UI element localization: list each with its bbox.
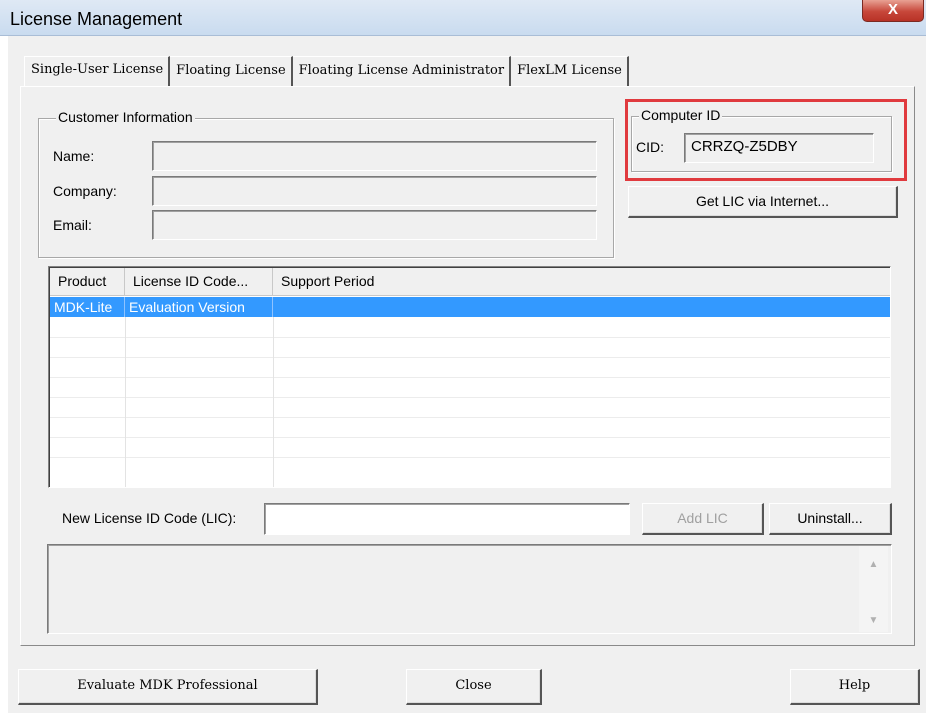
evaluate-mdk-professional-button[interactable]: Evaluate MDK Professional: [18, 669, 318, 705]
add-lic-button[interactable]: Add LIC: [642, 503, 764, 535]
grid-line: [50, 417, 890, 418]
title-bar: License Management X: [0, 0, 926, 36]
company-field: [152, 176, 597, 206]
license-list[interactable]: Product License ID Code... Support Perio…: [48, 266, 891, 488]
highlight-box: [625, 99, 907, 181]
table-row[interactable]: MDK-Lite Evaluation Version: [50, 297, 890, 317]
tab-floating-license-administrator[interactable]: Floating License Administrator: [292, 56, 512, 87]
close-icon: X: [887, 1, 898, 18]
grid-line: [50, 357, 890, 358]
scroll-down-arrow-icon[interactable]: ▼: [859, 610, 888, 632]
output-textbox[interactable]: [47, 544, 892, 634]
list-header: Product License ID Code... Support Perio…: [50, 268, 890, 296]
scroll-up-arrow-icon[interactable]: ▲: [859, 554, 888, 576]
grid-line: [50, 377, 890, 378]
cell-support-period: [273, 297, 890, 317]
column-divider: [273, 317, 274, 487]
grid-line: [50, 337, 890, 338]
new-lic-label: New License ID Code (LIC):: [62, 510, 237, 526]
window-close-button[interactable]: X: [862, 0, 924, 22]
tab-single-user-license[interactable]: Single-User License: [24, 56, 171, 87]
grid-line: [50, 437, 890, 438]
window-title: License Management: [10, 9, 183, 29]
column-header-support-period[interactable]: Support Period: [273, 268, 890, 296]
help-button[interactable]: Help: [790, 669, 920, 705]
company-label: Company:: [53, 183, 117, 199]
tab-bar: Single-User License Floating License Flo…: [24, 56, 629, 87]
new-lic-input[interactable]: [264, 503, 630, 535]
cell-product: MDK-Lite: [50, 297, 125, 317]
cell-license-id: Evaluation Version: [125, 297, 273, 317]
output-scrollbar[interactable]: ▲ ▼: [859, 546, 888, 632]
grid-line: [50, 457, 890, 458]
tab-flexlm-license[interactable]: FlexLM License: [511, 56, 629, 87]
name-field: [152, 141, 597, 171]
column-header-product[interactable]: Product: [50, 268, 125, 296]
tab-floating-license[interactable]: Floating License: [170, 56, 293, 87]
close-button[interactable]: Close: [406, 669, 542, 705]
column-header-license-id-code[interactable]: License ID Code...: [125, 268, 273, 296]
uninstall-button[interactable]: Uninstall...: [769, 503, 892, 535]
get-lic-via-internet-button[interactable]: Get LIC via Internet...: [628, 186, 898, 218]
grid-line: [50, 397, 890, 398]
email-label: Email:: [53, 217, 92, 233]
column-divider: [125, 317, 126, 487]
email-field: [152, 210, 597, 240]
customer-information-legend: Customer Information: [56, 109, 195, 125]
name-label: Name:: [53, 148, 95, 164]
